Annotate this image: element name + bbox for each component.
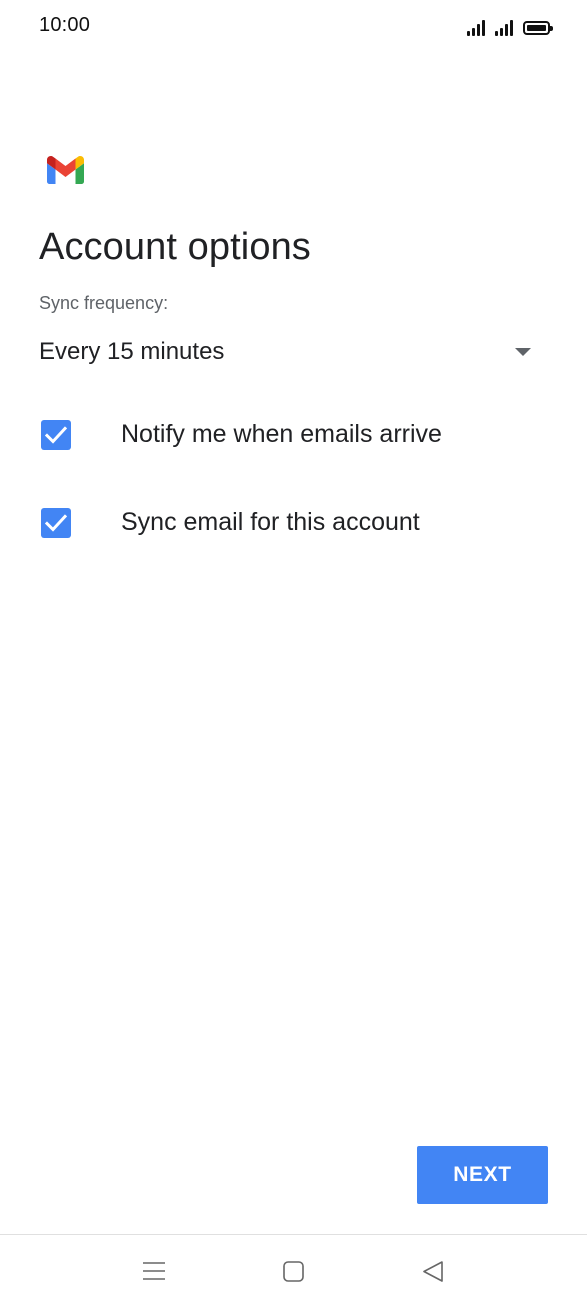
back-icon[interactable] — [418, 1257, 448, 1287]
sync-email-option[interactable]: Sync email for this account — [39, 498, 539, 546]
sync-email-label: Sync email for this account — [121, 508, 420, 536]
home-icon[interactable] — [279, 1257, 309, 1287]
status-time: 10:00 — [39, 14, 91, 36]
signal-icon — [495, 18, 513, 36]
sync-frequency-value: Every 15 minutes — [39, 338, 225, 365]
next-button[interactable]: NEXT — [417, 1146, 548, 1204]
menu-icon[interactable] — [139, 1257, 169, 1287]
notify-option[interactable]: Notify me when emails arrive — [39, 410, 539, 458]
status-icons — [467, 16, 553, 36]
notify-checkbox[interactable] — [41, 420, 71, 450]
dropdown-arrow-icon — [515, 348, 531, 356]
sync-email-checkbox[interactable] — [41, 508, 71, 538]
system-nav-bar — [0, 1234, 587, 1307]
checkmark-icon — [45, 426, 67, 444]
notify-label: Notify me when emails arrive — [121, 420, 442, 448]
gmail-logo-icon — [47, 156, 84, 184]
sync-frequency-label: Sync frequency: — [39, 293, 169, 313]
status-bar: 10:00 — [0, 0, 587, 52]
sync-frequency-dropdown[interactable]: Every 15 minutes — [39, 330, 539, 374]
page-title: Account options — [39, 226, 311, 268]
signal-icon — [467, 18, 485, 36]
checkmark-icon — [45, 514, 67, 532]
battery-icon — [523, 21, 553, 35]
